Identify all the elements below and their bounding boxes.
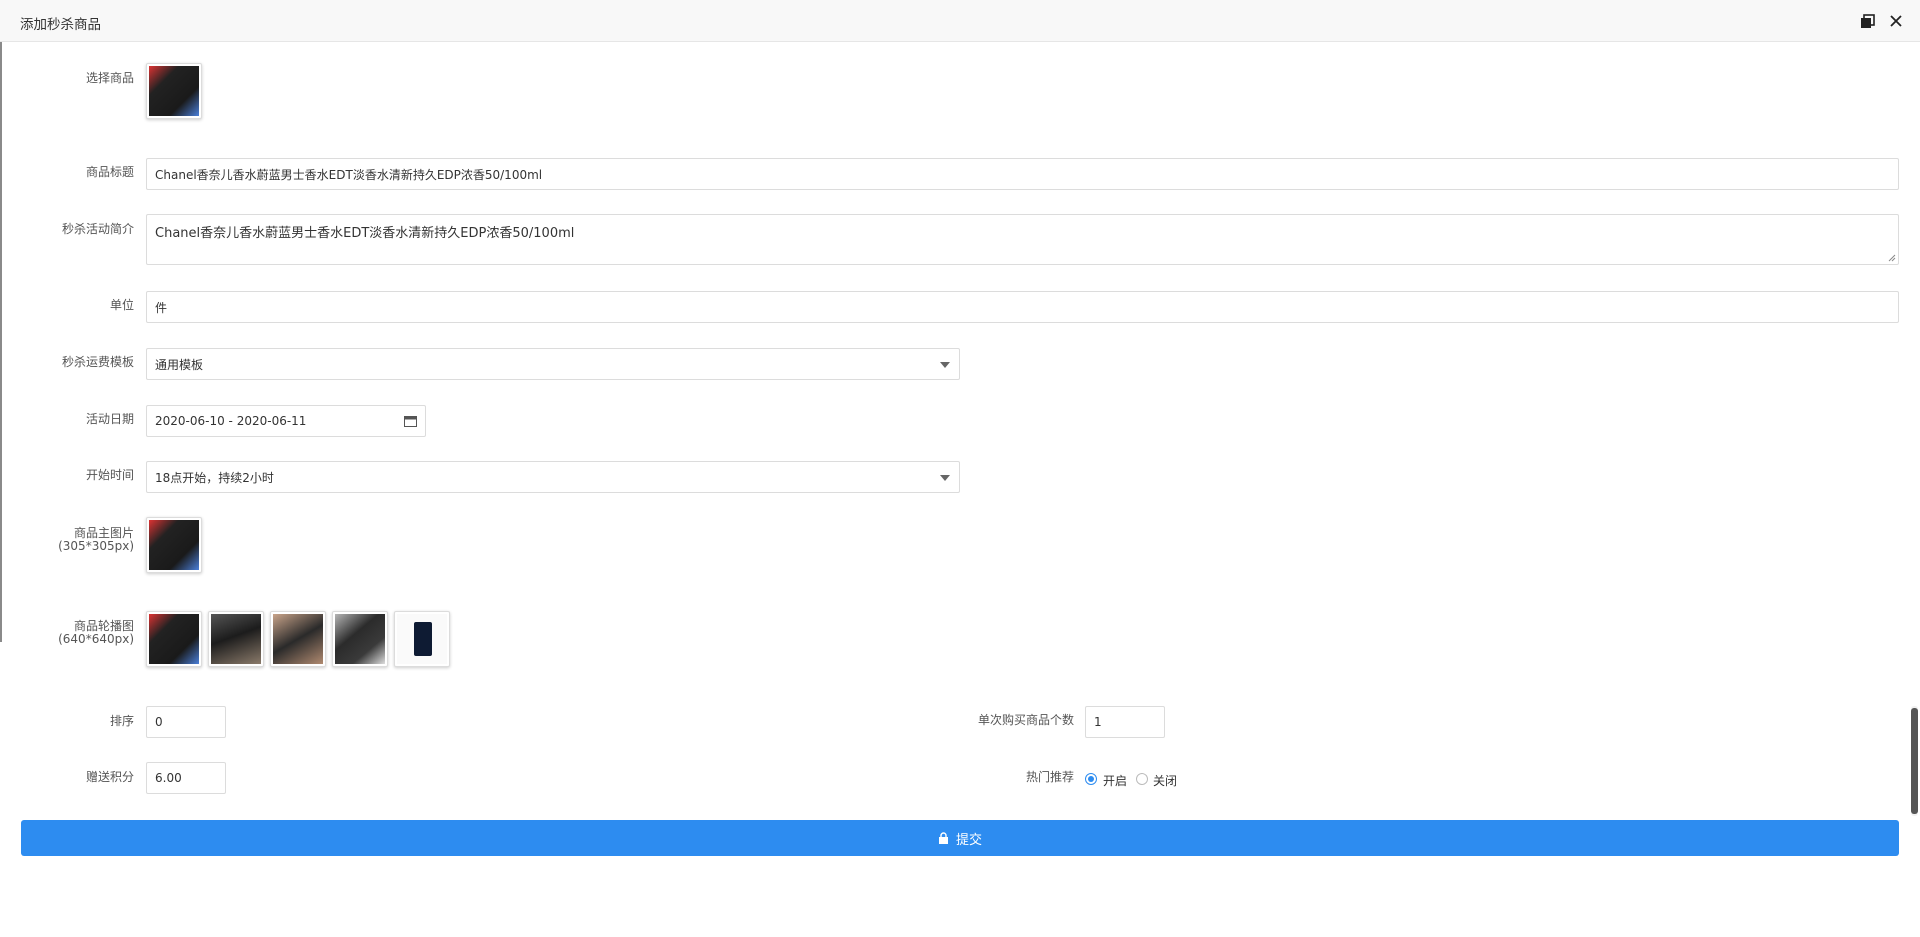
intro-label: 秒杀活动简介	[61, 222, 134, 236]
unit-input[interactable]: 件	[146, 291, 1899, 323]
carousel-image-thumb[interactable]	[394, 611, 450, 667]
hot-off-label[interactable]: 关闭	[1153, 772, 1177, 789]
carousel-size: (640*640px)	[58, 632, 134, 646]
carousel-image-thumb[interactable]	[270, 611, 326, 667]
carousel-image-thumb[interactable]	[208, 611, 264, 667]
carousel-label: 商品轮播图 (640*640px)	[0, 620, 134, 646]
date-range-input[interactable]: 2020-06-10 - 2020-06-11	[146, 405, 426, 437]
chevron-down-icon	[940, 475, 950, 481]
select-goods-label: 选择商品	[85, 71, 134, 85]
hot-label: 热门推荐	[1025, 770, 1074, 784]
time-label: 开始时间	[85, 468, 134, 482]
resize-handle-icon[interactable]	[1888, 254, 1896, 262]
points-label: 赠送积分	[85, 770, 134, 784]
title-label: 商品标题	[85, 165, 134, 179]
unit-label: 单位	[109, 298, 134, 312]
shipping-label: 秒杀运费模板	[61, 355, 134, 369]
modal-header: 添加秒杀商品	[0, 0, 1920, 42]
modal-title: 添加秒杀商品	[20, 17, 101, 33]
time-select[interactable]: 18点开始，持续2小时	[146, 461, 960, 493]
hot-off-radio[interactable]	[1136, 773, 1148, 785]
title-input[interactable]: Chanel香奈儿香水蔚蓝男士香水EDT淡香水清新持久EDP浓香50/100ml	[146, 158, 1899, 190]
calendar-icon	[404, 416, 417, 427]
time-value: 18点开始，持续2小时	[155, 470, 274, 485]
shipping-select[interactable]: 通用模板	[146, 348, 960, 380]
date-label: 活动日期	[85, 412, 134, 426]
chevron-down-icon	[940, 362, 950, 368]
max-buy-input[interactable]: 1	[1085, 706, 1165, 738]
shipping-value: 通用模板	[155, 357, 204, 372]
scrollbar-thumb[interactable]	[1911, 708, 1918, 814]
intro-textarea[interactable]: Chanel香奈儿香水蔚蓝男士香水EDT淡香水清新持久EDP浓香50/100ml	[146, 214, 1899, 265]
sort-label: 排序	[109, 714, 134, 728]
close-icon[interactable]	[1887, 12, 1905, 30]
hot-on-radio[interactable]	[1085, 773, 1097, 785]
submit-button[interactable]: 提交	[21, 820, 1899, 856]
main-image-label: 商品主图片 (305*305px)	[0, 527, 134, 553]
carousel-image-thumb[interactable]	[146, 611, 202, 667]
main-image-thumb[interactable]	[146, 517, 202, 573]
max-buy-label: 单次购买商品个数	[977, 713, 1074, 727]
perfume-bottle-image	[414, 622, 432, 656]
main-image-size: (305*305px)	[58, 539, 134, 553]
lock-icon	[938, 832, 948, 844]
date-value: 2020-06-10 - 2020-06-11	[155, 414, 307, 428]
restore-icon[interactable]	[1859, 12, 1877, 30]
selected-goods-image[interactable]	[146, 63, 202, 119]
carousel-image-thumb[interactable]	[332, 611, 388, 667]
intro-text: Chanel香奈儿香水蔚蓝男士香水EDT淡香水清新持久EDP浓香50/100ml	[155, 226, 575, 241]
submit-label: 提交	[955, 832, 982, 848]
hot-on-label[interactable]: 开启	[1103, 772, 1127, 789]
sort-input[interactable]: 0	[146, 706, 226, 738]
points-input[interactable]: 6.00	[146, 762, 226, 794]
